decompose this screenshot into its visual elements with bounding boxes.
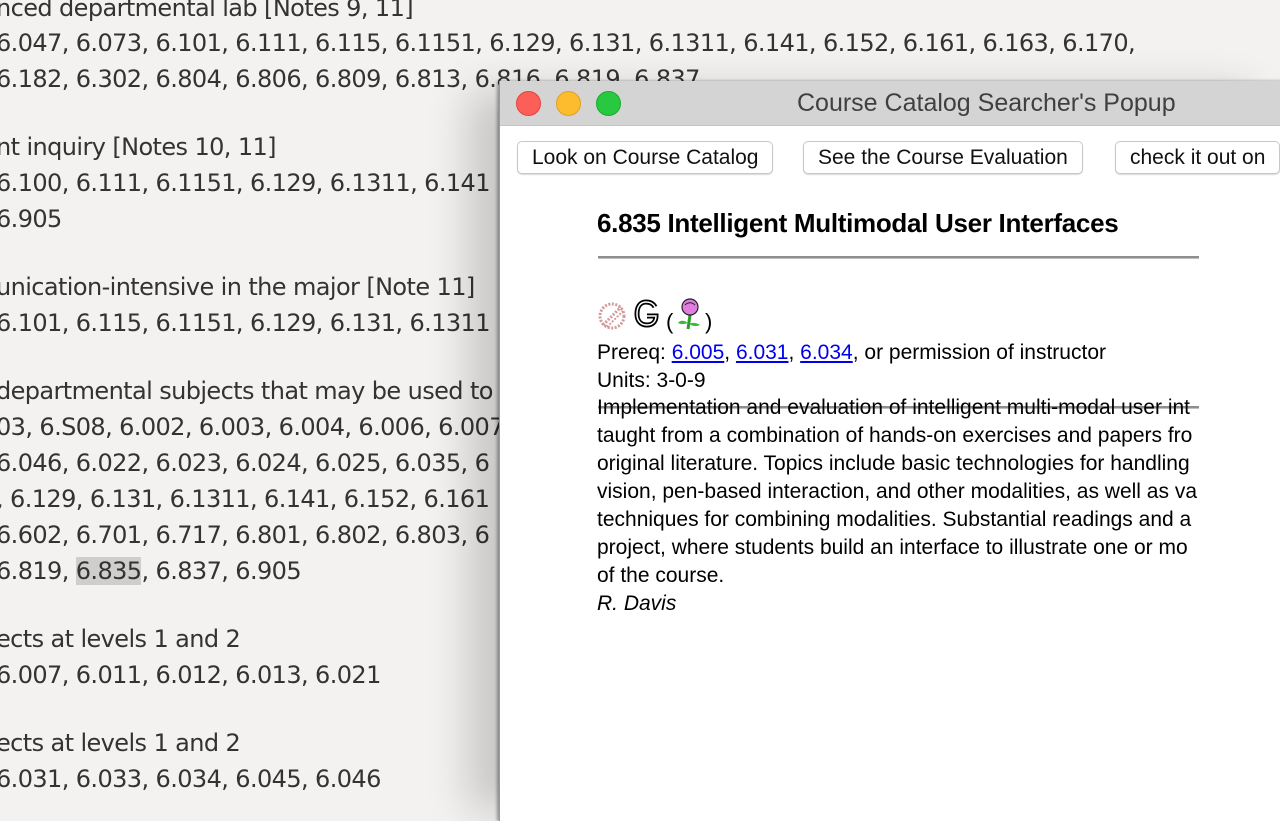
separator: , (724, 341, 736, 364)
maximize-window-button[interactable] (596, 91, 621, 116)
description-line: taught from a combination of hands-on ex… (597, 424, 1193, 447)
title-bar[interactable]: Course Catalog Searcher's Popup (500, 81, 1280, 126)
prereq-link-6-034[interactable]: 6.034 (800, 341, 853, 364)
separator: , (788, 341, 801, 364)
doc-course-list: 6.100, 6.111, 6.1151, 6.129, 6.1311, 6.1… (0, 169, 490, 197)
doc-course-list: 6.046, 6.022, 6.023, 6.024, 6.025, 6.035… (0, 449, 490, 477)
doc-course-list: 6.819, 6.835, 6.837, 6.905 (0, 553, 302, 589)
prerequisites: Prereq: 6.005, 6.031, 6.034, or permissi… (597, 339, 1106, 367)
doc-heading: ects at levels 1 and 2 (0, 729, 241, 757)
divider (598, 256, 1199, 259)
description-line: vision, pen-based interaction, and other… (597, 480, 1197, 503)
doc-text: , 6.837, 6.905 (141, 557, 302, 585)
doc-heading: nt inquiry [Notes 10, 11] (0, 133, 277, 161)
prereq-link-6-005[interactable]: 6.005 (672, 341, 725, 364)
description-line: original literature. Topics include basi… (597, 452, 1190, 475)
see-course-evaluation-button[interactable]: See the Course Evaluation (803, 141, 1083, 174)
doc-heading: nced departmental lab [Notes 9, 11] (0, 0, 414, 22)
doc-course-list: 6.031, 6.033, 6.034, 6.045, 6.046 (0, 765, 381, 793)
window-title: Course Catalog Searcher's Popup (797, 89, 1176, 117)
minimize-window-button[interactable] (556, 91, 581, 116)
doc-heading: ects at levels 1 and 2 (0, 625, 241, 653)
prereq-link-6-031[interactable]: 6.031 (736, 341, 789, 364)
doc-heading: departmental subjects that may be used t… (0, 377, 493, 405)
prereq-label: Prereq: (597, 341, 672, 364)
highlighted-course-6-835[interactable]: 6.835 (75, 557, 142, 585)
doc-course-list: 6.905 (0, 205, 62, 233)
description-line: techniques for combining modalities. Sub… (597, 508, 1192, 531)
doc-course-list: 03, 6.S08, 6.002, 6.003, 6.004, 6.006, 6… (0, 413, 505, 441)
look-on-course-catalog-button[interactable]: Look on Course Catalog (517, 141, 774, 174)
description-line: of the course. (597, 564, 725, 587)
doc-course-list: 6.101, 6.115, 6.1151, 6.129, 6.131, 6.13… (0, 309, 490, 337)
close-window-button[interactable] (516, 91, 541, 116)
doc-course-list: 6.007, 6.011, 6.012, 6.013, 6.021 (0, 661, 381, 689)
description-line: Implementation and evaluation of intelli… (597, 396, 1190, 419)
course-description: Implementation and evaluation of intelli… (597, 394, 1280, 618)
not-offered-icon (597, 301, 627, 337)
units: Units: 3-0-9 (597, 369, 706, 392)
paren-open: ( (666, 309, 674, 334)
doc-course-list: 6.047, 6.073, 6.101, 6.111, 6.115, 6.115… (0, 29, 1136, 57)
doc-course-list: , 6.129, 6.131, 6.1311, 6.141, 6.152, 6.… (0, 485, 490, 513)
course-title: 6.835 Intelligent Multimodal User Interf… (597, 208, 1119, 238)
course-popup-window: Course Catalog Searcher's Popup Look on … (499, 81, 1280, 821)
graduate-g-icon (633, 299, 661, 335)
prereq-tail: , or permission of instructor (852, 341, 1106, 364)
check-it-out-button[interactable]: check it out on (1115, 141, 1280, 174)
instructor: R. Davis (597, 592, 677, 615)
description-line: project, where students build an interfa… (597, 536, 1188, 559)
spring-flower-icon (675, 297, 705, 337)
doc-text: 6.819, (0, 557, 76, 585)
doc-heading: unication-intensive in the major [Note 1… (0, 273, 475, 301)
doc-course-list: 6.602, 6.701, 6.717, 6.801, 6.802, 6.803… (0, 521, 490, 549)
paren-close: ) (705, 309, 713, 334)
